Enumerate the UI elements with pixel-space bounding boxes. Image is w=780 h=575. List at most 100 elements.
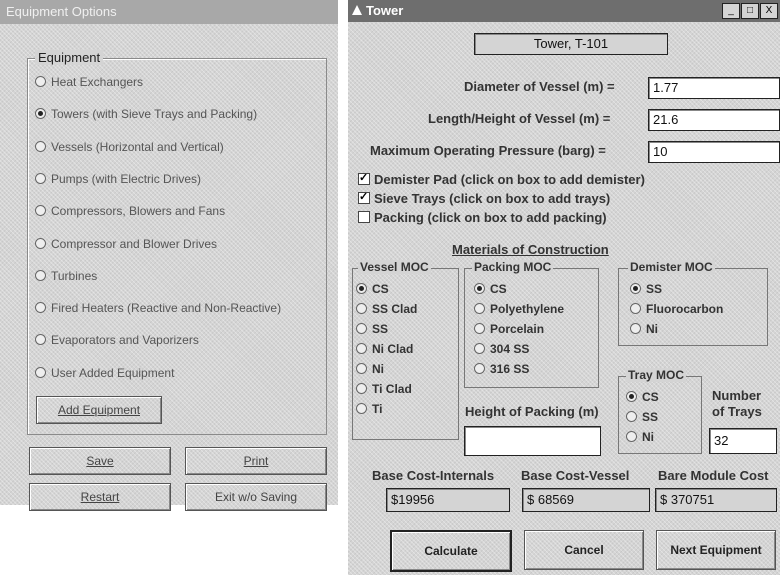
- diameter-input[interactable]: 1.77: [648, 77, 780, 99]
- tray-moc-option[interactable]: SS: [626, 410, 658, 424]
- radio-icon[interactable]: [630, 283, 641, 294]
- equipment-option[interactable]: Heat Exchangers: [35, 75, 143, 93]
- vessel-moc-option[interactable]: Ni: [356, 362, 384, 376]
- base-cost-internals-value: $19956: [386, 488, 510, 512]
- radio-icon[interactable]: [35, 76, 46, 87]
- packing-label: Packing (click on box to add packing): [374, 210, 607, 225]
- packing-moc-option-label: 304 SS: [490, 342, 530, 356]
- sieve-trays-checkbox[interactable]: Sieve Trays (click on box to add trays): [358, 190, 610, 206]
- pressure-input[interactable]: 10: [648, 141, 780, 163]
- minimize-icon[interactable]: _: [722, 3, 740, 19]
- add-equipment-button[interactable]: Add Equipment: [36, 396, 162, 424]
- equipment-option[interactable]: Fired Heaters (Reactive and Non-Reactive…: [35, 301, 281, 319]
- vessel-moc-option[interactable]: SS Clad: [356, 302, 417, 316]
- radio-icon[interactable]: [35, 334, 46, 346]
- vessel-moc-option-label: Ti: [372, 402, 383, 416]
- packing-moc-option[interactable]: 316 SS: [474, 362, 529, 376]
- equipment-option[interactable]: Pumps (with Electric Drives): [35, 172, 201, 190]
- radio-icon[interactable]: [35, 237, 46, 249]
- equipment-option[interactable]: Compressor and Blower Drives: [35, 237, 217, 255]
- radio-icon[interactable]: [626, 411, 637, 422]
- radio-icon[interactable]: [474, 303, 485, 314]
- demister-moc-option[interactable]: Fluorocarbon: [630, 302, 723, 316]
- radio-icon[interactable]: [356, 323, 367, 334]
- window-title: Tower: [366, 3, 404, 18]
- equipment-option[interactable]: Compressors, Blowers and Fans: [35, 204, 225, 222]
- next-equipment-button[interactable]: Next Equipment: [656, 530, 776, 570]
- vessel-moc-option[interactable]: Ni Clad: [356, 342, 413, 356]
- tray-moc-option[interactable]: Ni: [626, 430, 654, 444]
- vessel-moc-option[interactable]: CS: [356, 282, 389, 296]
- packing-moc-option-label: Polyethylene: [490, 302, 565, 316]
- radio-icon[interactable]: [35, 366, 46, 378]
- packing-moc-option-label: Porcelain: [490, 322, 545, 336]
- equipment-option-label: Compressor and Blower Drives: [51, 236, 218, 251]
- number-of-trays-input[interactable]: 32: [709, 428, 777, 454]
- length-input[interactable]: 21.6: [648, 109, 780, 131]
- equipment-option[interactable]: Turbines: [35, 269, 97, 287]
- vessel-moc-option-label: Ni Clad: [372, 342, 414, 356]
- diameter-label: Diameter of Vessel (m) =: [464, 79, 615, 94]
- equipment-name-field: Tower, T-101: [474, 33, 668, 55]
- demister-pad-label: Demister Pad (click on box to add demist…: [374, 172, 645, 187]
- print-label: Print: [243, 454, 269, 468]
- demister-moc-title: Demister MOC: [628, 260, 715, 274]
- radio-icon[interactable]: [356, 303, 367, 314]
- packing-moc-option[interactable]: 304 SS: [474, 342, 529, 356]
- checkbox-icon[interactable]: [358, 171, 370, 185]
- vessel-moc-option[interactable]: SS: [356, 322, 388, 336]
- equipment-option[interactable]: User Added Equipment: [35, 366, 174, 384]
- radio-icon[interactable]: [35, 302, 46, 314]
- vessel-moc-title: Vessel MOC: [358, 260, 431, 274]
- exit-without-saving-button[interactable]: Exit w/o Saving: [185, 483, 327, 511]
- radio-icon[interactable]: [474, 283, 485, 294]
- cancel-button[interactable]: Cancel: [524, 530, 644, 570]
- vessel-moc-option[interactable]: Ti: [356, 402, 382, 416]
- radio-icon[interactable]: [630, 323, 641, 334]
- radio-icon[interactable]: [356, 403, 367, 414]
- calculate-button[interactable]: Calculate: [390, 530, 512, 572]
- save-button[interactable]: Save: [29, 447, 171, 475]
- equipment-option-label: Turbines: [51, 268, 98, 283]
- vessel-moc-option[interactable]: Ti Clad: [356, 382, 412, 396]
- equipment-option[interactable]: Evaporators and Vaporizers: [35, 333, 199, 351]
- checkbox-icon[interactable]: [358, 190, 370, 204]
- radio-icon[interactable]: [626, 391, 637, 402]
- tray-moc-option[interactable]: CS: [626, 390, 659, 404]
- equipment-option-label: Pumps (with Electric Drives): [51, 171, 202, 186]
- radio-icon[interactable]: [356, 283, 367, 294]
- radio-icon[interactable]: [35, 269, 46, 281]
- tray-moc-option-label: Ni: [642, 430, 654, 444]
- radio-icon[interactable]: [35, 205, 46, 217]
- demister-moc-option[interactable]: Ni: [630, 322, 658, 336]
- radio-icon[interactable]: [35, 140, 46, 152]
- radio-icon[interactable]: [356, 383, 367, 394]
- packing-moc-option[interactable]: Porcelain: [474, 322, 544, 336]
- demister-pad-checkbox[interactable]: Demister Pad (click on box to add demist…: [358, 171, 645, 187]
- checkbox-icon[interactable]: [358, 211, 370, 223]
- packing-moc-option[interactable]: CS: [474, 282, 507, 296]
- radio-icon[interactable]: [626, 431, 637, 442]
- height-of-packing-input[interactable]: [464, 426, 601, 456]
- radio-icon[interactable]: [356, 343, 367, 354]
- close-icon[interactable]: X: [760, 3, 778, 19]
- radio-icon[interactable]: [356, 363, 367, 374]
- packing-moc-option[interactable]: Polyethylene: [474, 302, 564, 316]
- restart-button[interactable]: Restart: [29, 483, 171, 511]
- radio-icon[interactable]: [35, 108, 46, 120]
- packing-checkbox[interactable]: Packing (click on box to add packing): [358, 210, 607, 225]
- radio-icon[interactable]: [474, 323, 485, 334]
- window-title: Equipment Options: [6, 4, 117, 19]
- equipment-option[interactable]: Vessels (Horizontal and Vertical): [35, 140, 224, 158]
- calculate-label: Calculate: [424, 544, 478, 558]
- radio-icon[interactable]: [35, 172, 46, 184]
- radio-icon[interactable]: [474, 343, 485, 354]
- save-label: Save: [86, 454, 114, 468]
- demister-moc-option[interactable]: SS: [630, 282, 662, 296]
- equipment-option[interactable]: Towers (with Sieve Trays and Packing): [35, 107, 257, 125]
- base-cost-internals-label: Base Cost-Internals: [372, 468, 495, 483]
- maximize-icon[interactable]: □: [741, 3, 759, 19]
- print-button[interactable]: Print: [185, 447, 327, 475]
- radio-icon[interactable]: [630, 303, 641, 314]
- radio-icon[interactable]: [474, 363, 485, 374]
